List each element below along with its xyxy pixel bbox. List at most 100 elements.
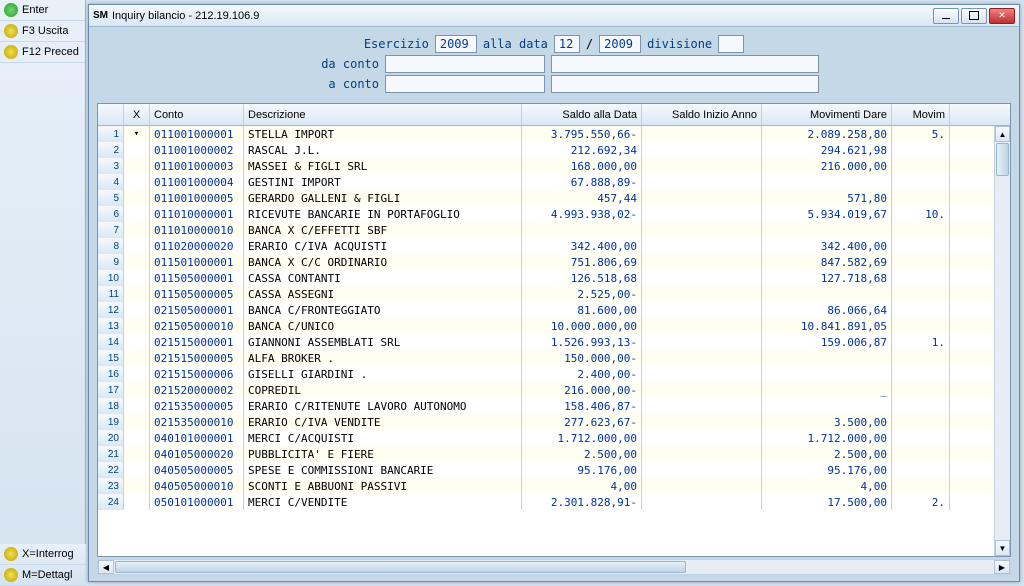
table-row[interactable]: 6011010000001RICEVUTE BANCARIE IN PORTAF… — [98, 206, 994, 222]
row-x-cell[interactable] — [124, 222, 150, 238]
row-x-cell[interactable] — [124, 238, 150, 254]
table-row[interactable]: 12021505000001BANCA C/FRONTEGGIATO81.600… — [98, 302, 994, 318]
esercizio-input[interactable] — [435, 35, 477, 53]
table-row[interactable]: 10011505000001CASSA CONTANTI126.518,6812… — [98, 270, 994, 286]
cell-dare: 95.176,00 — [762, 462, 892, 478]
table-row[interactable]: 7011010000010BANCA X C/EFFETTI SBF — [98, 222, 994, 238]
cell-conto: 011020000020 — [150, 238, 244, 254]
table-row[interactable]: 11011505000005CASSA ASSEGNI2.525,00- — [98, 286, 994, 302]
da-conto-input[interactable] — [385, 55, 545, 73]
row-x-cell[interactable] — [124, 126, 150, 142]
x-interrog-button[interactable]: X=Interrog — [0, 544, 86, 565]
scroll-down-button[interactable]: ▼ — [995, 540, 1010, 556]
row-x-cell[interactable] — [124, 334, 150, 350]
table-row[interactable]: 4011001000004GESTINI IMPORT67.888,89- — [98, 174, 994, 190]
cell-desc: STELLA IMPORT — [244, 126, 522, 142]
table-row[interactable]: 20040101000001MERCI C/ACQUISTI1.712.000,… — [98, 430, 994, 446]
close-button[interactable]: ✕ — [989, 8, 1015, 24]
table-row[interactable]: 9011501000001BANCA X C/C ORDINARIO751.80… — [98, 254, 994, 270]
row-x-cell[interactable] — [124, 366, 150, 382]
table-row[interactable]: 24050101000001MERCI C/VENDITE2.301.828,9… — [98, 494, 994, 510]
row-number: 17 — [98, 382, 124, 398]
col-conto-header[interactable]: Conto — [150, 104, 244, 125]
maximize-button[interactable] — [961, 8, 987, 24]
table-row[interactable]: 22040505000005SPESE E COMMISSIONI BANCAR… — [98, 462, 994, 478]
row-x-cell[interactable] — [124, 430, 150, 446]
row-x-cell[interactable] — [124, 190, 150, 206]
row-x-cell[interactable] — [124, 414, 150, 430]
table-row[interactable]: 17021520000002COPREDIL216.000,00-_ — [98, 382, 994, 398]
table-row[interactable]: 13021505000010BANCA C/UNICO10.000.000,00… — [98, 318, 994, 334]
window-title: Inquiry bilancio - 212.19.106.9 — [112, 10, 933, 22]
cell-avere — [892, 142, 950, 158]
row-x-cell[interactable] — [124, 398, 150, 414]
a-conto-input[interactable] — [385, 75, 545, 93]
cell-inizio — [642, 398, 762, 414]
hscroll-thumb[interactable] — [115, 561, 686, 573]
cell-saldo: 216.000,00- — [522, 382, 642, 398]
table-row[interactable]: 21040105000020PUBBLICITA' E FIERE2.500,0… — [98, 446, 994, 462]
horizontal-scrollbar[interactable]: ◀ ▶ — [97, 559, 1011, 575]
table-row[interactable]: 3011001000003MASSEI & FIGLI SRL168.000,0… — [98, 158, 994, 174]
cell-saldo: 150.000,00- — [522, 350, 642, 366]
row-x-cell[interactable] — [124, 158, 150, 174]
month-input[interactable] — [554, 35, 580, 53]
scroll-right-button[interactable]: ▶ — [994, 560, 1010, 574]
cell-avere: 1. — [892, 334, 950, 350]
scroll-up-button[interactable]: ▲ — [995, 126, 1010, 142]
table-row[interactable]: 18021535000005ERARIO C/RITENUTE LAVORO A… — [98, 398, 994, 414]
cell-inizio — [642, 382, 762, 398]
row-x-cell[interactable] — [124, 286, 150, 302]
titlebar[interactable]: SM Inquiry bilancio - 212.19.106.9 ✕ — [89, 5, 1019, 27]
cell-inizio — [642, 174, 762, 190]
vertical-scrollbar[interactable]: ▲ ▼ — [994, 126, 1010, 556]
table-row[interactable]: 19021535000010ERARIO C/IVA VENDITE277.62… — [98, 414, 994, 430]
table-row[interactable]: 8011020000020ERARIO C/IVA ACQUISTI342.40… — [98, 238, 994, 254]
row-x-cell[interactable] — [124, 382, 150, 398]
scroll-left-button[interactable]: ◀ — [98, 560, 114, 574]
row-number: 24 — [98, 494, 124, 510]
table-row[interactable]: 5011001000005GERARDO GALLENI & FIGLI457,… — [98, 190, 994, 206]
cell-conto: 050101000001 — [150, 494, 244, 510]
row-x-cell[interactable] — [124, 462, 150, 478]
table-row[interactable]: 15021515000005ALFA BROKER .150.000,00- — [98, 350, 994, 366]
col-inizio-header[interactable]: Saldo Inizio Anno — [642, 104, 762, 125]
row-x-cell[interactable] — [124, 446, 150, 462]
f12-preced-button[interactable]: F12 Preced — [0, 42, 85, 63]
cell-desc: BANCA C/FRONTEGGIATO — [244, 302, 522, 318]
f3-uscita-button[interactable]: F3 Uscita — [0, 21, 85, 42]
row-x-cell[interactable] — [124, 494, 150, 510]
da-conto-desc[interactable] — [551, 55, 819, 73]
row-x-cell[interactable] — [124, 254, 150, 270]
a-conto-desc[interactable] — [551, 75, 819, 93]
m-dettagl-button[interactable]: M=Dettagl — [0, 565, 86, 586]
cell-dare: 342.400,00 — [762, 238, 892, 254]
row-x-cell[interactable] — [124, 206, 150, 222]
divisione-input[interactable] — [718, 35, 744, 53]
row-x-cell[interactable] — [124, 142, 150, 158]
row-x-cell[interactable] — [124, 302, 150, 318]
row-x-cell[interactable] — [124, 350, 150, 366]
enter-button[interactable]: Enter — [0, 0, 85, 21]
row-x-cell[interactable] — [124, 318, 150, 334]
col-avere-header[interactable]: Movim — [892, 104, 950, 125]
col-saldo-header[interactable]: Saldo alla Data — [522, 104, 642, 125]
col-desc-header[interactable]: Descrizione — [244, 104, 522, 125]
year-input[interactable] — [599, 35, 641, 53]
table-row[interactable]: 14021515000001GIANNONI ASSEMBLATI SRL1.5… — [98, 334, 994, 350]
table-row[interactable]: 2011001000002RASCAL J.L.212.692,34294.62… — [98, 142, 994, 158]
filter-area: Esercizio alla data / divisione da conto… — [89, 27, 1019, 97]
cell-dare: 17.500,00 — [762, 494, 892, 510]
col-x-header[interactable]: X — [124, 104, 150, 125]
col-dare-header[interactable]: Movimenti Dare — [762, 104, 892, 125]
row-x-cell[interactable] — [124, 174, 150, 190]
table-row[interactable]: 16021515000006GISELLI GIARDINI .2.400,00… — [98, 366, 994, 382]
scroll-thumb[interactable] — [996, 143, 1009, 176]
cell-desc: ERARIO C/IVA VENDITE — [244, 414, 522, 430]
grid-body[interactable]: 1011001000001STELLA IMPORT3.795.550,66-2… — [98, 126, 994, 556]
row-x-cell[interactable] — [124, 478, 150, 494]
table-row[interactable]: 23040505000010SCONTI E ABBUONI PASSIVI4,… — [98, 478, 994, 494]
table-row[interactable]: 1011001000001STELLA IMPORT3.795.550,66-2… — [98, 126, 994, 142]
row-x-cell[interactable] — [124, 270, 150, 286]
minimize-button[interactable] — [933, 8, 959, 24]
